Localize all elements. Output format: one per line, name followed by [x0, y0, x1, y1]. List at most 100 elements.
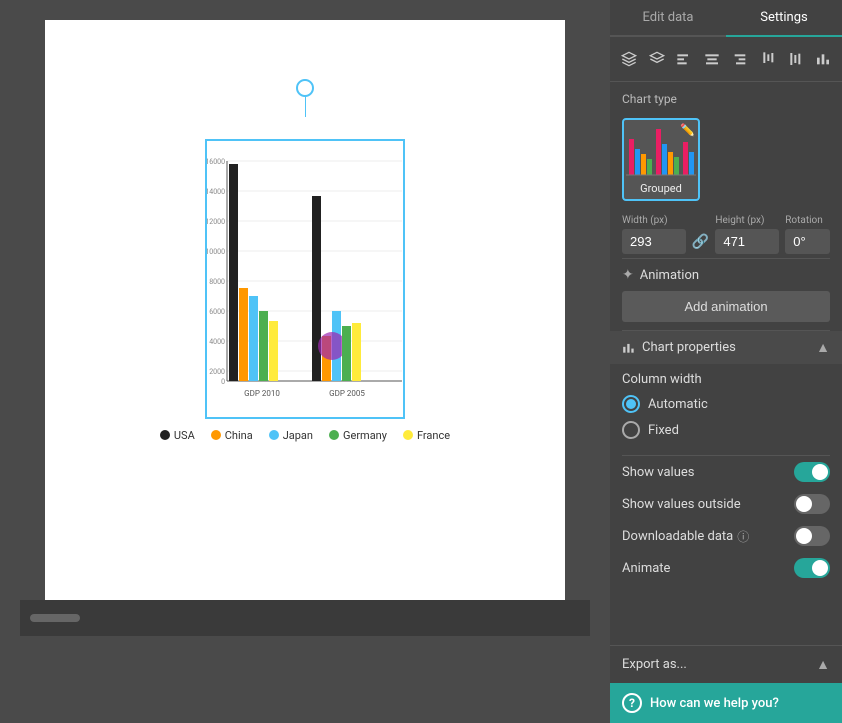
export-chevron-icon: ▲ [816, 656, 830, 673]
help-bar[interactable]: ? How can we help you? [610, 683, 842, 723]
rotation-group: Rotation [785, 215, 830, 254]
tab-settings[interactable]: Settings [726, 0, 842, 35]
width-input[interactable] [622, 229, 686, 254]
show-values-outside-knob [796, 496, 812, 512]
animation-icon: ✦ [622, 267, 634, 283]
chart-type-area: ✏️ Grouped [610, 112, 842, 211]
chart-svg: 16000 14000 12000 10000 8000 6000 4000 2… [207, 141, 407, 421]
help-label: How can we help you? [650, 696, 779, 711]
svg-text:12000: 12000 [207, 218, 225, 226]
animation-header-label: Animation [640, 268, 699, 283]
height-input[interactable] [715, 229, 779, 254]
chart-legend: USA China Japan Germany [75, 429, 535, 442]
show-values-knob [812, 464, 828, 480]
bar-chart-icon-btn[interactable] [810, 45, 836, 73]
align-right-icon-btn[interactable] [727, 45, 753, 73]
layers2-icon-btn[interactable] [644, 45, 670, 73]
toolbar-icons [610, 37, 842, 82]
svg-text:0: 0 [221, 378, 225, 386]
export-bar[interactable]: Export as... ▲ [610, 645, 842, 683]
show-values-row: Show values [610, 456, 842, 488]
bar-chart-small-icon [622, 341, 636, 355]
dimensions-row: Width (px) 🔗 Height (px) Rotation [610, 211, 842, 258]
canvas-area: 16000 14000 12000 10000 8000 6000 4000 2… [0, 0, 610, 723]
legend-item-usa: USA [160, 429, 195, 442]
chart-inner[interactable]: 16000 14000 12000 10000 8000 6000 4000 2… [205, 139, 405, 419]
scrollbar-thumb[interactable] [30, 614, 80, 622]
chart-props-header[interactable]: Chart properties ▲ [610, 331, 842, 364]
width-group: Width (px) [622, 215, 686, 254]
svg-text:10000: 10000 [207, 248, 225, 256]
column-width-section: Column width Automatic Fixed [610, 364, 842, 455]
show-values-outside-toggle[interactable] [794, 494, 830, 514]
edit-icon: ✏️ [680, 123, 695, 137]
tab-edit-data[interactable]: Edit data [610, 0, 726, 35]
align-top-icon-btn[interactable] [755, 45, 781, 73]
align-center-icon [704, 51, 720, 67]
radio-fixed-outer [622, 421, 640, 439]
align-vcenter-icon [787, 51, 803, 67]
chart-container: 16000 14000 12000 10000 8000 6000 4000 2… [45, 119, 565, 502]
animate-row: Animate [610, 552, 842, 584]
radio-fixed[interactable]: Fixed [622, 421, 830, 439]
export-label: Export as... [622, 657, 687, 672]
layers2-icon [649, 51, 665, 67]
pin-line [305, 97, 306, 117]
svg-text:GDP 2005: GDP 2005 [329, 389, 365, 398]
svg-text:14000: 14000 [207, 188, 225, 196]
svg-text:4000: 4000 [209, 338, 225, 346]
rotation-input[interactable] [785, 229, 830, 254]
height-label: Height (px) [715, 215, 779, 226]
legend-item-germany: Germany [329, 429, 387, 442]
align-right-icon [732, 51, 748, 67]
animation-section: ✦ Animation Add animation [610, 259, 842, 330]
radio-automatic-inner [626, 399, 636, 409]
align-top-icon [760, 51, 776, 67]
rotation-label: Rotation [785, 215, 830, 226]
height-group: Height (px) [715, 215, 779, 254]
svg-text:2000: 2000 [209, 368, 225, 376]
align-vcenter-icon-btn[interactable] [783, 45, 809, 73]
downloadable-data-label: Downloadable data [622, 529, 733, 544]
width-label: Width (px) [622, 215, 686, 226]
radio-automatic-outer [622, 395, 640, 413]
legend-item-france: France [403, 429, 450, 442]
layers-icon-btn[interactable] [616, 45, 642, 73]
chevron-up-icon: ▲ [816, 339, 830, 356]
column-width-label: Column width [622, 372, 830, 387]
add-animation-button[interactable]: Add animation [622, 291, 830, 322]
align-left-icon [676, 51, 692, 67]
pin-handle[interactable] [296, 79, 314, 117]
downloadable-data-knob [796, 528, 812, 544]
chart-type-label: Grouped [640, 182, 682, 195]
animation-header: ✦ Animation [622, 267, 830, 283]
svg-text:6000: 6000 [209, 308, 225, 316]
downloadable-data-toggle[interactable] [794, 526, 830, 546]
animate-toggle[interactable] [794, 558, 830, 578]
align-center-icon-btn[interactable] [699, 45, 725, 73]
layers-icon [621, 51, 637, 67]
svg-text:16000: 16000 [207, 158, 225, 166]
legend-item-china: China [211, 429, 253, 442]
right-panel: Edit data Settings [610, 0, 842, 723]
bar-chart-icon [815, 51, 831, 67]
show-values-outside-label: Show values outside [622, 497, 741, 512]
chart-type-card[interactable]: ✏️ Grouped [622, 118, 700, 201]
show-values-label: Show values [622, 465, 695, 480]
svg-text:8000: 8000 [209, 278, 225, 286]
help-circle-icon: ? [622, 693, 642, 713]
link-icon: 🔗 [692, 234, 709, 250]
info-icon: ⓘ [737, 528, 749, 545]
svg-text:GDP 2010: GDP 2010 [244, 389, 280, 398]
radio-automatic-label: Automatic [648, 397, 708, 412]
legend-item-japan: Japan [269, 429, 313, 442]
chart-props-header-left: Chart properties [622, 340, 736, 355]
tabs: Edit data Settings [610, 0, 842, 37]
pin-circle [296, 79, 314, 97]
show-values-toggle[interactable] [794, 462, 830, 482]
radio-automatic[interactable]: Automatic [622, 395, 830, 413]
animate-label: Animate [622, 561, 670, 576]
align-left-icon-btn[interactable] [672, 45, 698, 73]
downloadable-data-label-group: Downloadable data ⓘ [622, 528, 749, 545]
animate-knob [812, 560, 828, 576]
